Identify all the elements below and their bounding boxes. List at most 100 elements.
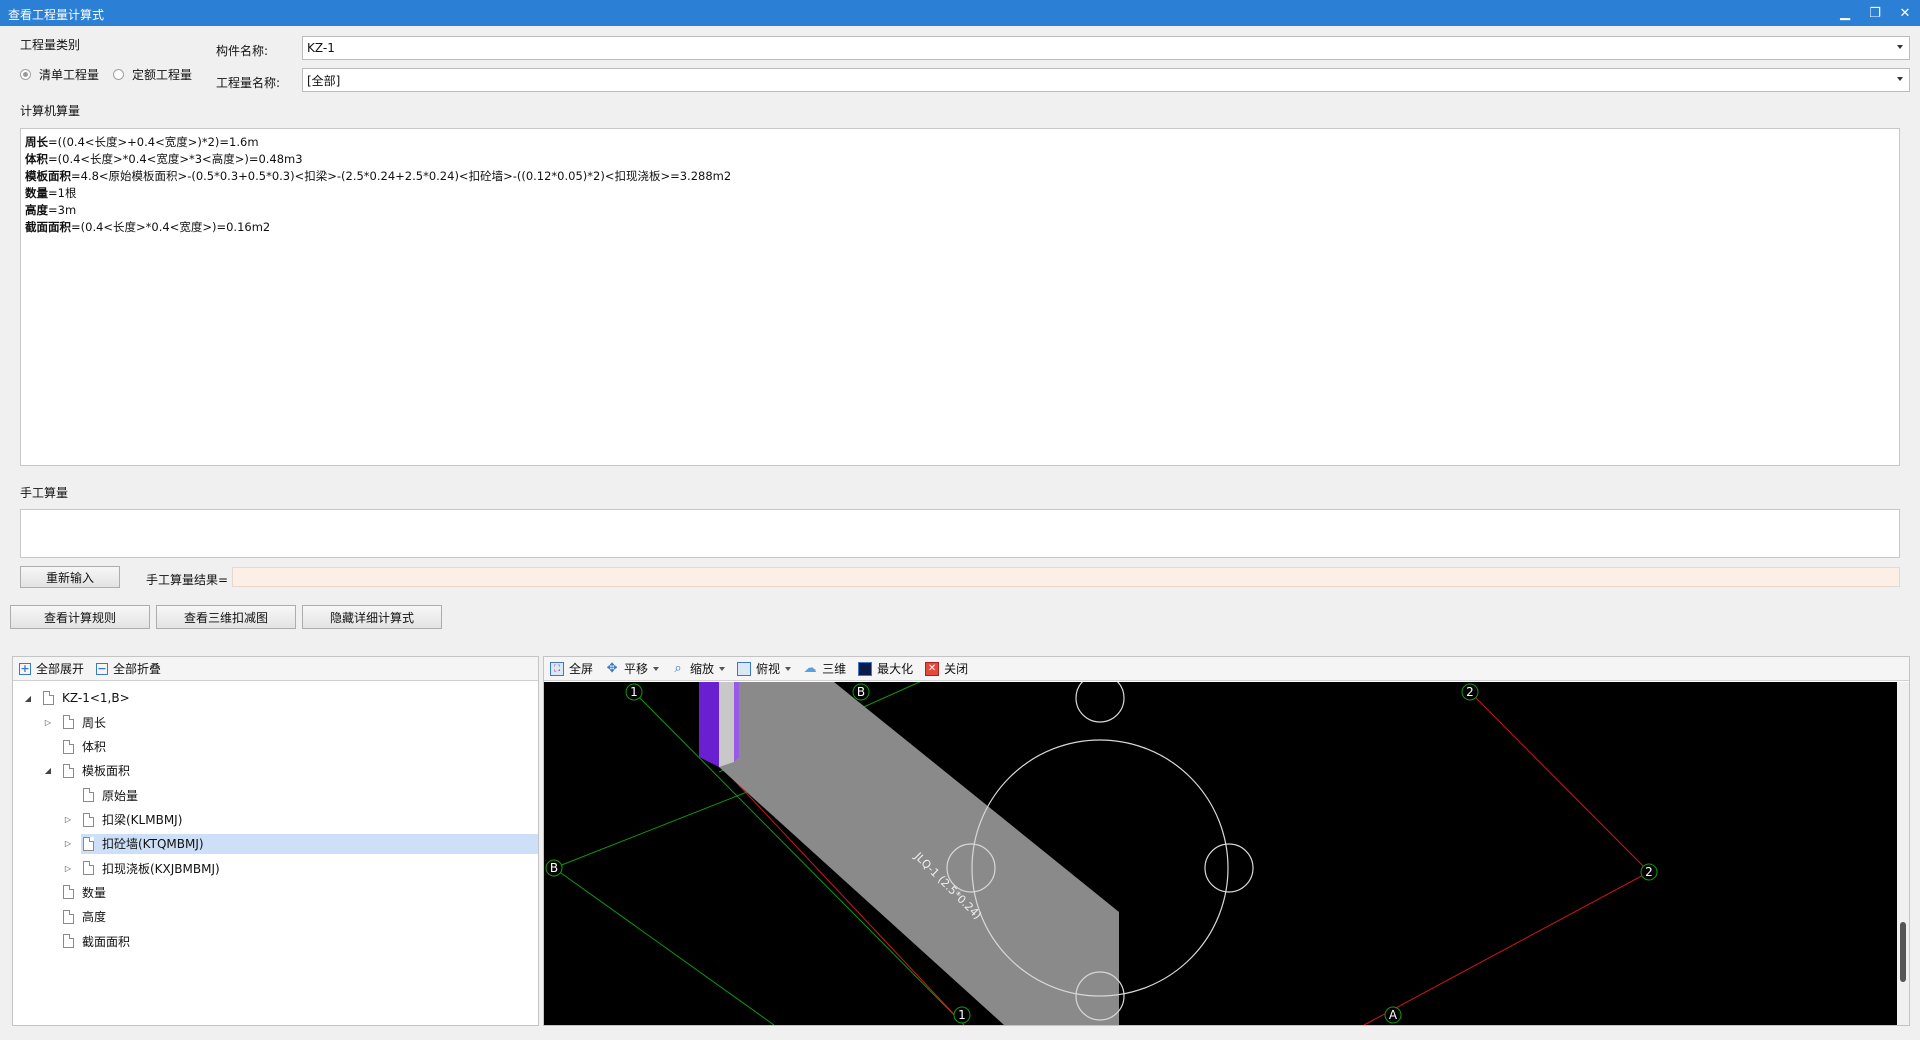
viewer-scrollbar[interactable] (1897, 682, 1909, 1025)
axis-bubble-2-top: 2 (1461, 683, 1479, 701)
tree-node[interactable]: ▷ 扣现浇板(KXJBMBMJ) (65, 858, 224, 878)
chevron-down-icon (653, 666, 660, 671)
manual-result-field[interactable] (232, 567, 1900, 587)
tree-node-label: 扣现浇板(KXJBMBMJ) (102, 861, 220, 876)
tree-node-label: 扣梁(KLMBMJ) (102, 813, 183, 827)
hide-detail-button[interactable]: 隐藏详细计算式 (302, 605, 442, 629)
calc-line-name: 高度 (25, 203, 48, 217)
calc-line-name: 截面面积 (25, 220, 71, 234)
axis-bubble-b-left: B (545, 859, 563, 877)
document-icon (63, 715, 74, 730)
window-titlebar: 查看工程量计算式 ▁ ❐ ✕ (0, 0, 1920, 26)
component-name-select[interactable]: KZ-1 (302, 36, 1910, 60)
close-view-button[interactable]: ✕ 关闭 (925, 660, 968, 677)
axis-bubble-b-top: B (852, 683, 870, 701)
reinput-button[interactable]: 重新输入 (20, 566, 120, 588)
top-view-label: 俯视 (756, 662, 781, 676)
3d-button[interactable]: ☁ 三维 (803, 660, 847, 677)
tree-node-label: 扣砼墙(KTQMBMJ) (102, 837, 204, 852)
viewer-scrollbar-thumb[interactable] (1900, 922, 1906, 982)
grid-line-a-red (1363, 871, 1650, 1025)
radio-bill-quantity[interactable]: 清单工程量 (20, 66, 99, 83)
collapse-arrow-icon[interactable]: ◢ (43, 766, 53, 776)
expand-all-button[interactable]: + 全部展开 (19, 660, 84, 677)
manual-calc-input[interactable] (20, 509, 1900, 558)
grid-line-b-lower (553, 867, 775, 1025)
quantity-name-select[interactable]: [全部] (302, 68, 1910, 92)
maximize-view-button[interactable]: 最大化 (858, 660, 913, 677)
tree-node[interactable]: ▷ 扣砼墙(KTQMBMJ) (65, 833, 538, 854)
document-icon (63, 909, 74, 924)
close-view-label: 关闭 (944, 662, 969, 676)
collapse-all-button[interactable]: − 全部折叠 (96, 660, 161, 677)
document-icon (83, 861, 94, 876)
radio-bill-quantity-label: 清单工程量 (39, 68, 100, 82)
calc-line-name: 模板面积 (25, 169, 71, 183)
svg-text:B: B (857, 685, 865, 699)
tree-node[interactable]: ▷ 周长 (45, 712, 110, 732)
tree-node[interactable]: ◢ KZ-1<1,B> (25, 688, 134, 708)
expand-arrow-icon[interactable]: ▷ (63, 815, 73, 825)
document-icon (83, 836, 94, 851)
zoom-button[interactable]: ⌕ 缩放 (671, 660, 726, 677)
view-rules-button[interactable]: 查看计算规则 (10, 605, 150, 629)
tree-node[interactable]: ◢ 模板面积 (45, 761, 134, 781)
reference-circle-top (1075, 682, 1125, 723)
tree-node[interactable]: 数量 (61, 882, 110, 902)
svg-text:A: A (1389, 1008, 1398, 1022)
document-icon (63, 934, 74, 948)
chevron-down-icon (1897, 77, 1903, 81)
radio-quota-quantity-label: 定额工程量 (132, 68, 193, 82)
collapse-arrow-icon[interactable]: ◢ (23, 693, 33, 703)
radio-dot (113, 69, 124, 80)
view-3d-button[interactable]: 查看三维扣减图 (156, 605, 296, 629)
tree-node[interactable]: 原始量 (81, 785, 142, 805)
component-name-label: 构件名称: (216, 44, 269, 58)
quantity-name-label: 工程量名称: (216, 76, 281, 90)
chevron-down-icon (785, 666, 792, 671)
axis-bubble-2-right: 2 (1640, 863, 1658, 881)
computer-calc-textarea[interactable]: 周长=((0.4<长度>+0.4<宽度>)*2)=1.6m 体积=(0.4<长度>… (20, 128, 1900, 466)
calc-line-expr: =(0.4<长度>*0.4<宽度>*3<高度>)=0.48m3 (48, 152, 303, 166)
close-button[interactable]: ✕ (1890, 0, 1920, 26)
pan-button[interactable]: ✥ 平移 (605, 660, 660, 677)
expand-arrow-icon[interactable]: ▷ (63, 863, 73, 873)
expand-arrow-icon[interactable]: ▷ (63, 839, 73, 849)
radio-dot-checked (20, 69, 31, 80)
tree-node[interactable]: 体积 (61, 737, 110, 757)
category-title: 工程量类别 (20, 38, 81, 52)
tree-node[interactable]: ▷ 扣梁(KLMBMJ) (65, 810, 186, 830)
tree-node-label: 截面面积 (82, 934, 131, 949)
svg-text:2: 2 (1645, 865, 1653, 879)
tree-node-label: 数量 (82, 885, 107, 900)
pan-icon: ✥ (606, 661, 618, 676)
component-name-value: KZ-1 (307, 41, 335, 55)
3d-scene: JLQ-1 (2.5*0.24) 1 B 2 B 1 A 2 (545, 682, 1658, 1025)
axis-bubble-a-bottom: A (1384, 1006, 1402, 1024)
collapse-all-label: 全部折叠 (113, 662, 162, 676)
minimize-button[interactable]: ▁ (1830, 0, 1860, 26)
expand-arrow-icon[interactable]: ▷ (43, 717, 53, 727)
fullscreen-button[interactable]: ⛶ 全屏 (550, 660, 593, 677)
tree-panel: + 全部展开 − 全部折叠 ◢ KZ-1<1,B> ▷ 周长体积 ◢ 模板面积原始量 ▷ 扣梁… (12, 656, 539, 1026)
radio-quota-quantity[interactable]: 定额工程量 (113, 66, 192, 83)
magnifier-icon: ⌕ (674, 661, 682, 676)
restore-button[interactable]: ❐ (1860, 0, 1890, 26)
tree-node-label: 模板面积 (82, 764, 131, 779)
tree-node[interactable]: 截面面积 (61, 931, 134, 951)
orbit-icon: ☁ (803, 661, 817, 676)
tree-node[interactable]: 高度 (61, 907, 110, 927)
calc-line-expr: =3m (48, 203, 77, 217)
viewer-panel: ⛶ 全屏 ✥ 平移 ⌕ 缩放 俯视 ☁ 三维 最大化 ✕ 关闭 JLQ-1 (2… (543, 656, 1910, 1026)
tree-node-label: KZ-1<1,B> (62, 691, 130, 705)
document-icon (43, 691, 54, 705)
top-view-button[interactable]: 俯视 (737, 660, 792, 677)
3d-viewport[interactable]: JLQ-1 (2.5*0.24) 1 B 2 B 1 A 2 (544, 682, 1897, 1025)
chevron-down-icon (1897, 45, 1903, 49)
tree-node-label: 高度 (82, 910, 107, 925)
svg-text:2: 2 (1466, 685, 1474, 699)
